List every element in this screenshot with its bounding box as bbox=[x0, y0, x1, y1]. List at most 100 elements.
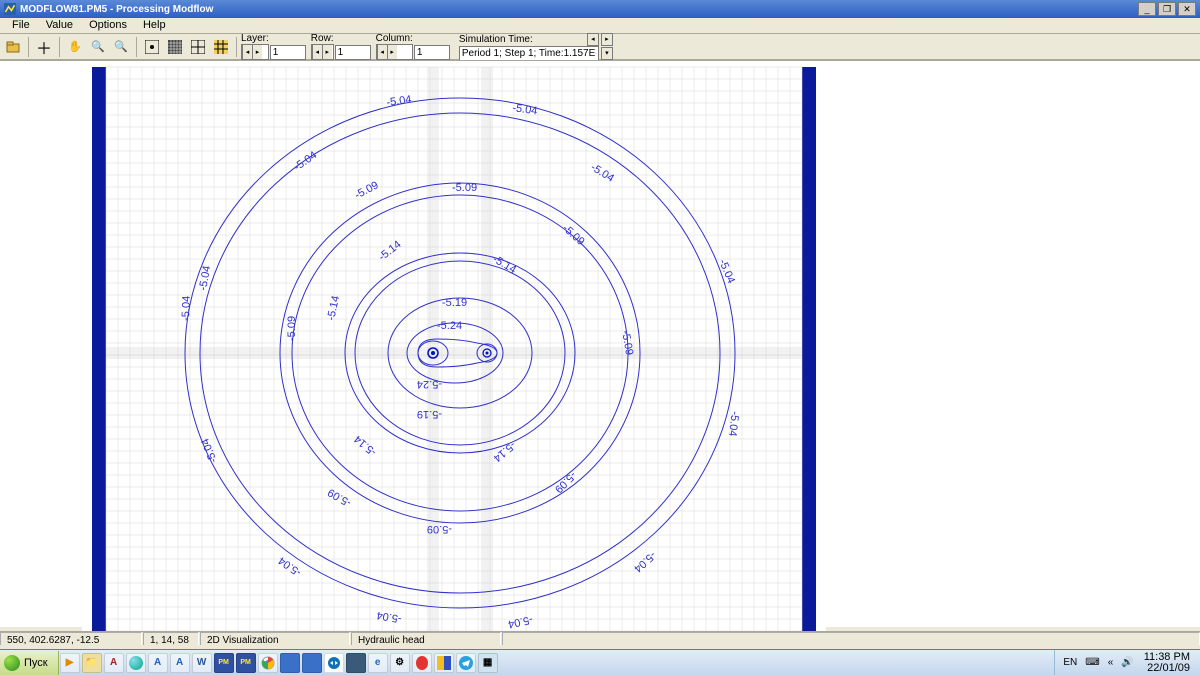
empty-panel bbox=[826, 61, 1200, 627]
svg-text:-5.04: -5.04 bbox=[716, 257, 737, 285]
col-down[interactable]: ◂ bbox=[377, 45, 387, 59]
row-label: Row: bbox=[311, 33, 334, 44]
maximize-button[interactable]: ❐ bbox=[1158, 2, 1176, 16]
pointer-button[interactable]: ＋ bbox=[33, 36, 55, 58]
svg-text:-5.14: -5.14 bbox=[325, 295, 342, 322]
model-canvas[interactable]: -5.04 -5.04 -5.04 -5.04 -5.04 -5.04 -5.0… bbox=[82, 61, 826, 638]
column-input[interactable] bbox=[414, 45, 450, 60]
row-input[interactable] bbox=[335, 45, 371, 60]
open-tool-button[interactable] bbox=[2, 36, 24, 58]
sim-prev[interactable]: ◂ bbox=[587, 33, 599, 46]
start-label: Пуск bbox=[24, 657, 48, 669]
svg-text:-5.19: -5.19 bbox=[417, 408, 442, 420]
svg-text:-5.04: -5.04 bbox=[631, 549, 658, 575]
clock-date: 22/01/09 bbox=[1144, 663, 1190, 674]
menu-options[interactable]: Options bbox=[81, 18, 135, 33]
row-up[interactable]: ▸ bbox=[322, 45, 332, 59]
task-commander[interactable] bbox=[434, 653, 454, 673]
workspace: -5.04 -5.04 -5.04 -5.04 -5.04 -5.04 -5.0… bbox=[0, 60, 1200, 627]
svg-text:-5.09: -5.09 bbox=[286, 316, 298, 341]
svg-text:-5.09: -5.09 bbox=[427, 523, 452, 535]
sim-next[interactable]: ▸ bbox=[601, 33, 613, 46]
fill-grid-button[interactable] bbox=[210, 36, 232, 58]
zoom-out-button[interactable]: 🔍 bbox=[110, 36, 132, 58]
svg-text:-5.09: -5.09 bbox=[353, 179, 381, 201]
tray-expand[interactable]: « bbox=[1104, 657, 1118, 668]
row-down[interactable]: ◂ bbox=[312, 45, 322, 59]
wells bbox=[428, 348, 491, 358]
windows-icon bbox=[4, 655, 20, 671]
task-blue1[interactable] bbox=[280, 653, 300, 673]
clock-time: 11:38 PM bbox=[1144, 652, 1190, 663]
layer-up[interactable]: ▸ bbox=[252, 45, 262, 59]
task-pm2[interactable]: PM bbox=[236, 653, 256, 673]
task-blue2[interactable] bbox=[302, 653, 322, 673]
task-teamviewer[interactable] bbox=[324, 653, 344, 673]
layer-spinner[interactable]: ◂▸ bbox=[241, 44, 269, 60]
column-spinner[interactable]: ◂▸ bbox=[376, 44, 413, 60]
lang-indicator[interactable]: EN bbox=[1059, 657, 1081, 668]
layer-down[interactable]: ◂ bbox=[242, 45, 252, 59]
menu-file[interactable]: File bbox=[4, 18, 38, 33]
canvas-area[interactable]: -5.04 -5.04 -5.04 -5.04 -5.04 -5.04 -5.0… bbox=[82, 61, 826, 638]
sparse-grid-button[interactable] bbox=[187, 36, 209, 58]
svg-text:-5.04: -5.04 bbox=[376, 609, 403, 625]
svg-text:-5.04: -5.04 bbox=[386, 94, 413, 109]
layer-input[interactable] bbox=[270, 45, 306, 60]
svg-text:-5.14: -5.14 bbox=[491, 439, 518, 464]
task-a-blue2[interactable]: A bbox=[170, 653, 190, 673]
boundary-left bbox=[92, 67, 106, 633]
svg-text:-5.04: -5.04 bbox=[276, 554, 303, 578]
toolbar: ＋ ✋ 🔍 🔍 Layer: ◂▸ Row: ◂▸ Column: ◂▸ Sim… bbox=[0, 34, 1200, 60]
svg-text:-5.04: -5.04 bbox=[588, 161, 616, 184]
task-autocad[interactable]: A bbox=[104, 653, 124, 673]
task-calc[interactable]: ▦ bbox=[478, 653, 498, 673]
app-icon bbox=[4, 3, 16, 15]
svg-text:-5.09: -5.09 bbox=[326, 486, 354, 509]
task-folder[interactable]: 📁 bbox=[82, 653, 102, 673]
svg-text:-5.04: -5.04 bbox=[726, 411, 741, 437]
task-pm1[interactable]: PM bbox=[214, 653, 234, 673]
task-media[interactable]: ▶ bbox=[60, 653, 80, 673]
sim-time-label: Simulation Time: bbox=[459, 34, 533, 45]
task-a-blue[interactable]: A bbox=[148, 653, 168, 673]
pan-button[interactable]: ✋ bbox=[64, 36, 86, 58]
minimize-button[interactable]: _ bbox=[1138, 2, 1156, 16]
svg-text:-5.04: -5.04 bbox=[199, 437, 220, 465]
task-opera[interactable] bbox=[412, 653, 432, 673]
col-up[interactable]: ▸ bbox=[387, 45, 397, 59]
grid-center-button[interactable] bbox=[141, 36, 163, 58]
svg-text:-5.04: -5.04 bbox=[197, 265, 213, 292]
task-dark[interactable] bbox=[346, 653, 366, 673]
system-tray: EN ⌨ « 🔊 11:38 PM 22/01/09 bbox=[1054, 650, 1200, 675]
svg-text:-5.14: -5.14 bbox=[376, 238, 403, 263]
contour-lines bbox=[185, 98, 735, 608]
task-ie[interactable]: e bbox=[368, 653, 388, 673]
close-button[interactable]: ✕ bbox=[1178, 2, 1196, 16]
sim-dropdown[interactable]: ▾ bbox=[601, 47, 613, 60]
svg-text:-5.04: -5.04 bbox=[180, 296, 193, 321]
task-word[interactable]: W bbox=[192, 653, 212, 673]
menu-help[interactable]: Help bbox=[135, 18, 174, 33]
keyboard-icon[interactable]: ⌨ bbox=[1081, 657, 1103, 668]
svg-text:-5.24: -5.24 bbox=[417, 378, 442, 390]
start-button[interactable]: Пуск bbox=[0, 651, 59, 675]
menu-value[interactable]: Value bbox=[38, 18, 81, 33]
task-gear[interactable]: ⚙ bbox=[390, 653, 410, 673]
row-spinner[interactable]: ◂▸ bbox=[311, 44, 334, 60]
svg-text:-5.14: -5.14 bbox=[352, 433, 379, 458]
task-chrome[interactable] bbox=[258, 653, 278, 673]
sim-time-input[interactable] bbox=[459, 46, 599, 61]
task-telegram[interactable] bbox=[456, 653, 476, 673]
column-label: Column: bbox=[376, 33, 413, 44]
zoom-in-button[interactable]: 🔍 bbox=[87, 36, 109, 58]
tray-clock[interactable]: 11:38 PM 22/01/09 bbox=[1138, 652, 1196, 674]
volume-icon[interactable]: 🔊 bbox=[1117, 657, 1137, 668]
dense-grid-button[interactable] bbox=[164, 36, 186, 58]
svg-text:-5.24: -5.24 bbox=[437, 320, 462, 332]
svg-text:-5.04: -5.04 bbox=[292, 149, 319, 173]
task-green-orb[interactable] bbox=[126, 653, 146, 673]
svg-text:-5.09: -5.09 bbox=[452, 182, 477, 194]
svg-text:-5.09: -5.09 bbox=[552, 469, 578, 495]
boundary-right bbox=[802, 67, 816, 633]
